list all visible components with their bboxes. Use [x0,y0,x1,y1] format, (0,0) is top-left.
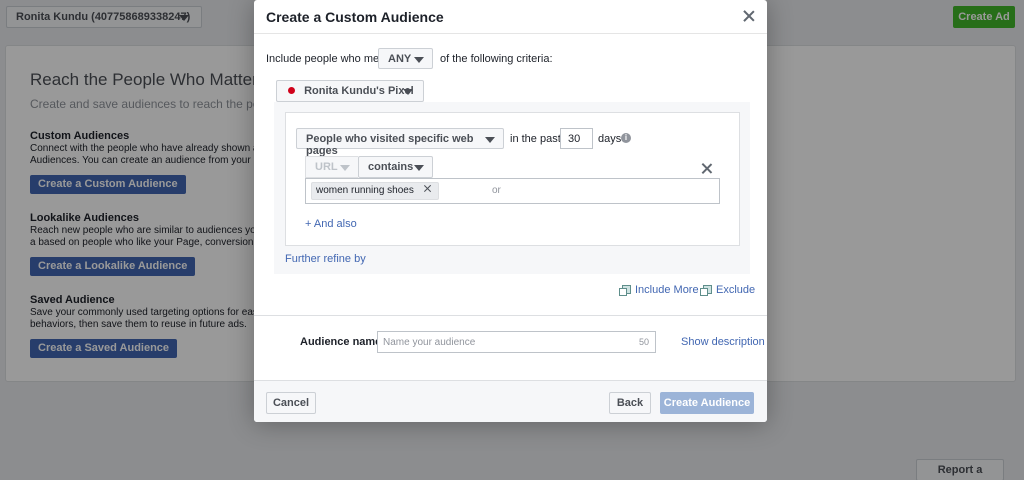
url-field-dropdown: URL [305,156,358,178]
audience-name-input[interactable] [378,332,618,352]
remove-rule-close-icon[interactable] [701,163,713,175]
chevron-down-icon [403,89,413,95]
info-icon[interactable]: i [621,133,631,143]
cancel-button[interactable]: Cancel [266,392,316,414]
operator-dropdown[interactable]: contains [358,156,433,178]
back-button[interactable]: Back [609,392,651,414]
pixel-dropdown[interactable]: Ronita Kundu's Pixel [276,80,424,102]
visitor-type-dropdown[interactable]: People who visited specific web pages [296,128,504,157]
keyword-token: women running shoes [311,182,439,200]
exclude-label: Exclude [716,284,756,296]
further-refine-link[interactable]: Further refine by [285,253,366,265]
days-input[interactable]: 30 [560,128,593,149]
include-more-icon [619,285,631,296]
chevron-down-icon [485,137,495,143]
dialog-header: Create a Custom Audience [254,0,767,34]
exclude-link[interactable]: Exclude [700,284,756,296]
in-the-past-label: in the past [510,133,561,145]
include-more-label: Include More [635,284,699,296]
dialog-title: Create a Custom Audience [266,9,444,25]
create-audience-button[interactable]: Create Audience [660,392,754,414]
match-type-dropdown[interactable]: ANY [378,48,433,69]
section-divider [254,315,767,316]
audience-name-field[interactable]: 50 [377,331,656,353]
match-type-value: ANY [388,53,412,65]
operator-value: contains [368,161,414,173]
keyword-token-label: women running shoes [316,185,414,196]
close-icon[interactable] [743,10,755,22]
exclude-icon [700,285,712,296]
dialog-footer: Cancel Back Create Audience [254,380,767,422]
include-more-link[interactable]: Include More [619,284,699,296]
character-count: 50 [638,337,649,347]
chevron-down-icon [414,57,424,63]
audience-name-label: Audience name [300,336,382,348]
days-label: days [598,133,622,145]
chevron-down-icon [414,165,424,171]
pixel-label: Ronita Kundu's Pixel [304,85,414,97]
and-also-link[interactable]: + And also [305,218,357,230]
criteria-suffix: of the following criteria: [440,53,553,65]
show-description-link[interactable]: Show description [681,336,765,348]
url-field-label: URL [315,161,338,173]
pixel-status-dot [288,87,295,94]
create-custom-audience-dialog: Create a Custom Audience Include people … [254,0,767,422]
or-placeholder: or [492,185,501,196]
remove-keyword-close-icon[interactable] [424,185,432,193]
url-keywords-input[interactable]: women running shoes or [305,178,720,204]
chevron-down-icon [340,165,350,171]
criteria-prefix: Include people who meet [266,53,389,65]
